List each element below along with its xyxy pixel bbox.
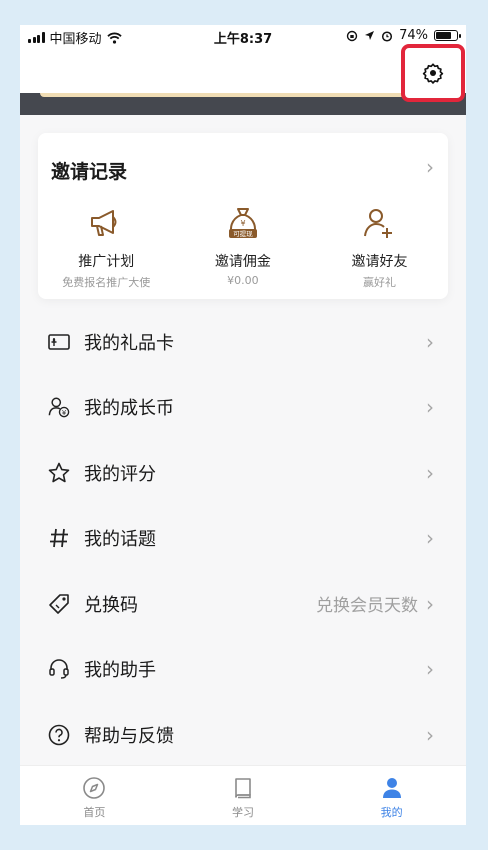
book-icon — [235, 778, 251, 799]
tab-bar: 首页 学习 我的 — [20, 765, 466, 825]
headset-icon — [49, 659, 69, 679]
compass-icon — [83, 777, 106, 799]
menu-item-rating[interactable]: 我的评分 › — [20, 440, 466, 506]
chevron-right-icon[interactable]: › — [426, 155, 434, 179]
menu-item-redeem-code[interactable]: 兑换码 兑换会员天数 › — [20, 571, 466, 637]
invite-title: 邀请记录 — [51, 161, 128, 183]
redeem-hint-text: 兑换会员天数 — [316, 596, 418, 617]
svg-text:¥: ¥ — [240, 219, 245, 228]
gift-card-icon — [48, 333, 70, 350]
orientation-lock-icon — [346, 30, 358, 41]
location-icon — [365, 31, 375, 40]
invite-item-promotion[interactable]: 推广计划 免费报名推广大使 — [38, 203, 175, 290]
menu-item-help[interactable]: 帮助与反馈 › — [20, 702, 466, 768]
tab-home[interactable]: 首页 — [20, 766, 169, 825]
invite-item-label: 邀请好友 — [351, 254, 408, 270]
invite-item-subtitle: 赢好礼 — [362, 276, 396, 289]
chevron-right-icon: › — [426, 591, 434, 616]
menu-item-label: 我的成长币 — [84, 398, 174, 420]
member-banner — [20, 93, 466, 115]
gear-icon — [422, 63, 444, 84]
invite-card[interactable]: 邀请记录 › 推广计划 免费报名推广大使 ¥ 可提现 邀请佣金 ¥0.00 邀请… — [38, 133, 448, 299]
menu-item-growth-coin[interactable]: ¥ 我的成长币 › — [20, 375, 466, 441]
invite-item-subtitle: ¥0.00 — [227, 274, 259, 287]
tab-label: 首页 — [83, 806, 106, 819]
battery-percent: 74% — [399, 28, 428, 43]
menu-item-topics[interactable]: 我的话题 › — [20, 506, 466, 572]
phone-screen: 中国移动 上午8:37 74% 邀请记录 › 推广计划 免费报名推广大使 ¥ 可… — [20, 25, 466, 825]
menu-item-gift-card[interactable]: 我的礼品卡 › — [20, 309, 466, 375]
growth-coin-icon: ¥ — [48, 397, 70, 418]
invite-items: 推广计划 免费报名推广大使 ¥ 可提现 邀请佣金 ¥0.00 邀请好友 赢好礼 — [38, 203, 448, 290]
add-user-icon — [364, 209, 393, 238]
status-right: 74% — [346, 28, 461, 43]
battery-fill — [436, 32, 451, 39]
menu-item-label: 我的评分 — [84, 463, 156, 485]
withdrawable-badge: 可提现 — [233, 229, 253, 238]
tab-study[interactable]: 学习 — [169, 766, 318, 825]
status-bar: 中国移动 上午8:37 74% — [20, 25, 466, 49]
chevron-right-icon: › — [426, 526, 434, 551]
invite-item-subtitle: 免费报名推广大使 — [62, 276, 151, 289]
settings-button[interactable] — [401, 44, 465, 102]
star-icon — [48, 462, 70, 483]
profile-icon — [382, 778, 401, 798]
tab-mine[interactable]: 我的 — [317, 766, 466, 825]
battery-icon — [434, 30, 461, 41]
help-icon — [48, 724, 70, 746]
menu-item-label: 我的助手 — [84, 660, 156, 682]
svg-text:¥: ¥ — [62, 409, 67, 417]
alarm-icon — [382, 30, 393, 42]
tab-label: 学习 — [232, 806, 254, 819]
menu-item-assistant[interactable]: 我的助手 › — [20, 637, 466, 703]
menu-item-label: 帮助与反馈 — [84, 725, 174, 747]
invite-item-friends[interactable]: 邀请好友 赢好礼 — [311, 203, 448, 290]
menu-list: 我的礼品卡 › ¥ 我的成长币 › 我的评分 › 我的话题 › 兑换码 兑换会员… — [20, 309, 466, 768]
tag-icon — [49, 593, 69, 614]
menu-item-label: 兑换码 — [84, 594, 138, 616]
invite-item-label: 邀请佣金 — [214, 254, 271, 270]
chevron-right-icon: › — [426, 329, 434, 354]
tab-label: 我的 — [380, 806, 403, 819]
money-bag-icon: ¥ 可提现 — [228, 208, 257, 238]
invite-item-commission[interactable]: ¥ 可提现 邀请佣金 ¥0.00 — [175, 203, 312, 290]
megaphone-icon — [91, 210, 117, 236]
menu-item-label: 我的话题 — [84, 529, 156, 551]
hashtag-icon — [50, 529, 68, 548]
chevron-right-icon: › — [426, 722, 434, 747]
chevron-right-icon: › — [426, 657, 434, 682]
invite-item-label: 推广计划 — [78, 254, 135, 270]
menu-item-label: 我的礼品卡 — [84, 332, 174, 354]
chevron-right-icon: › — [426, 395, 434, 420]
chevron-right-icon: › — [426, 460, 434, 485]
menu-item-hint: 兑换会员天数 — [316, 571, 418, 637]
